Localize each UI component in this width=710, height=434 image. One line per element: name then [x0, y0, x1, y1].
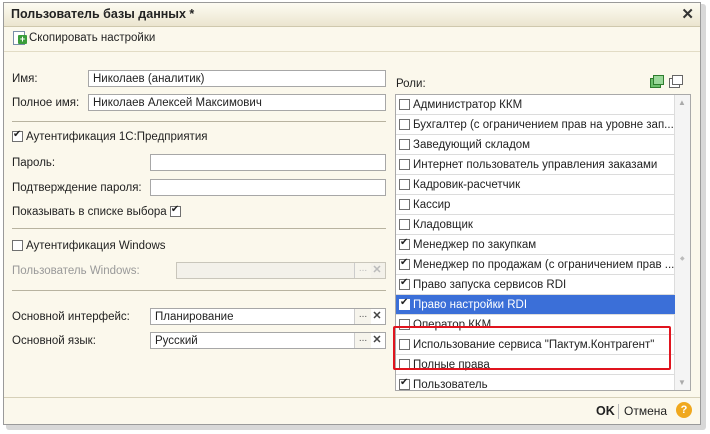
- auth-windows-checkbox[interactable]: Аутентификация Windows: [12, 240, 166, 252]
- role-checkbox[interactable]: [399, 139, 410, 150]
- footer: OK Отмена ?: [4, 397, 700, 425]
- name-label: Имя:: [12, 73, 38, 85]
- auth-1c-label: Аутентификация 1С:Предприятия: [26, 131, 208, 143]
- role-label: Право настройки RDI: [413, 299, 528, 311]
- language-clear-icon[interactable]: ✕: [370, 333, 384, 348]
- role-checkbox[interactable]: [399, 199, 410, 210]
- roles-label: Роли:: [396, 78, 426, 90]
- close-icon[interactable]: ✕: [681, 5, 694, 23]
- role-item[interactable]: Пользователь: [396, 375, 675, 391]
- interface-input[interactable]: Планирование: [150, 308, 386, 325]
- auth-1c-checkbox[interactable]: Аутентификация 1С:Предприятия: [12, 129, 208, 143]
- scroll-grip-icon[interactable]: ◆: [680, 255, 685, 262]
- role-label: Интернет пользователь управления заказам…: [413, 159, 658, 171]
- role-label: Кладовщик: [413, 219, 473, 231]
- show-in-list-label: Показывать в списке выбора: [12, 206, 167, 218]
- role-item[interactable]: Оператор ККМ: [396, 315, 675, 335]
- role-label: Менеджер по продажам (с ограничением пра…: [413, 259, 675, 271]
- role-label: Использование сервиса "Пактум.Контрагент…: [413, 339, 655, 351]
- title-bar: Пользователь базы данных * ✕: [4, 3, 700, 27]
- role-item[interactable]: Интернет пользователь управления заказам…: [396, 155, 675, 175]
- cancel-button[interactable]: Отмена: [624, 404, 667, 418]
- help-icon[interactable]: ?: [676, 402, 692, 418]
- windows-user-label: Пользователь Windows:: [12, 265, 140, 277]
- scroll-up-icon[interactable]: ▲: [678, 98, 686, 107]
- role-label: Бухгалтер (с ограничением прав на уровне…: [413, 119, 674, 131]
- role-label: Администратор ККМ: [413, 99, 523, 111]
- name-input[interactable]: Николаев (аналитик): [88, 70, 386, 87]
- role-label: Оператор ККМ: [413, 319, 492, 331]
- roles-list[interactable]: ▲ ◆ ▼ Администратор ККМ Бухгалтер (с огра…: [395, 94, 691, 391]
- window-title: Пользователь базы данных *: [11, 7, 195, 21]
- copy-settings-button[interactable]: + Скопировать настройки: [12, 31, 156, 45]
- show-in-list-checkbox[interactable]: [169, 204, 181, 217]
- role-checkbox[interactable]: [399, 119, 410, 130]
- role-item[interactable]: Заведующий складом: [396, 135, 675, 155]
- fullname-input[interactable]: Николаев Алексей Максимович: [88, 94, 386, 111]
- copy-settings-icon: +: [12, 31, 27, 45]
- role-checkbox[interactable]: [399, 237, 410, 250]
- role-checkbox[interactable]: [399, 257, 410, 270]
- copy-settings-label: Скопировать настройки: [29, 31, 156, 44]
- role-label: Полные права: [413, 359, 490, 371]
- check-all-icon[interactable]: [650, 75, 664, 88]
- footer-divider: [618, 404, 619, 419]
- interface-label: Основной интерфейс:: [12, 311, 130, 323]
- role-checkbox[interactable]: [399, 159, 410, 170]
- language-select-button[interactable]: ...: [354, 333, 371, 348]
- role-label: Пользователь: [413, 379, 488, 391]
- uncheck-all-icon[interactable]: [669, 75, 683, 88]
- role-checkbox[interactable]: [399, 277, 410, 290]
- auth-1c-checkbox-box[interactable]: [12, 129, 23, 142]
- roles-toolbar: [650, 75, 683, 88]
- role-item[interactable]: Кассир: [396, 195, 675, 215]
- role-checkbox[interactable]: [399, 339, 410, 350]
- roles-scrollbar[interactable]: ▲ ◆ ▼: [674, 95, 690, 390]
- auth-windows-checkbox-box[interactable]: [12, 240, 23, 251]
- role-item[interactable]: Кладовщик: [396, 215, 675, 235]
- role-item[interactable]: Администратор ККМ: [396, 95, 675, 115]
- windows-user-select-button: ...: [354, 263, 371, 278]
- role-checkbox[interactable]: [399, 219, 410, 230]
- password-input[interactable]: [150, 154, 386, 171]
- role-item[interactable]: Право запуска сервисов RDI: [396, 275, 675, 295]
- password-confirm-input[interactable]: [150, 179, 386, 196]
- dialog-window: Пользователь базы данных * ✕ + Скопирова…: [3, 2, 701, 425]
- role-item[interactable]: Менеджер по продажам (с ограничением пра…: [396, 255, 675, 275]
- role-checkbox[interactable]: [399, 319, 410, 330]
- role-label: Кадровик-расчетчик: [413, 179, 521, 191]
- language-label: Основной язык:: [12, 335, 96, 347]
- password-confirm-label: Подтверждение пароля:: [12, 182, 142, 194]
- role-label: Кассир: [413, 199, 451, 211]
- fullname-label: Полное имя:: [12, 97, 80, 109]
- scroll-down-icon[interactable]: ▼: [678, 378, 686, 387]
- role-item[interactable]: Менеджер по закупкам: [396, 235, 675, 255]
- toolbar: + Скопировать настройки: [4, 27, 700, 52]
- role-item[interactable]: Право настройки RDI: [396, 295, 675, 315]
- role-item[interactable]: Бухгалтер (с ограничением прав на уровне…: [396, 115, 675, 135]
- interface-clear-icon[interactable]: ✕: [370, 309, 384, 324]
- role-item[interactable]: Кадровик-расчетчик: [396, 175, 675, 195]
- role-checkbox[interactable]: [399, 99, 410, 110]
- role-checkbox[interactable]: [399, 179, 410, 190]
- divider: [12, 121, 386, 122]
- show-in-list-row: Показывать в списке выбора: [12, 204, 184, 218]
- auth-windows-label: Аутентификация Windows: [26, 240, 166, 252]
- role-label: Менеджер по закупкам: [413, 239, 537, 251]
- role-checkbox[interactable]: [399, 359, 410, 370]
- form-content: Имя: Николаев (аналитик) Полное имя: Ник…: [4, 52, 700, 396]
- password-label: Пароль:: [12, 157, 56, 169]
- ok-button[interactable]: OK: [596, 404, 615, 418]
- role-checkbox[interactable]: [399, 377, 410, 390]
- role-label: Заведующий складом: [413, 139, 531, 151]
- divider: [12, 228, 386, 229]
- role-label: Право запуска сервисов RDI: [413, 279, 567, 291]
- role-item[interactable]: Использование сервиса "Пактум.Контрагент…: [396, 335, 675, 355]
- divider: [12, 290, 386, 291]
- role-checkbox[interactable]: [399, 297, 410, 310]
- language-input[interactable]: Русский: [150, 332, 386, 349]
- windows-user-clear-icon: ✕: [372, 264, 382, 276]
- role-item[interactable]: Полные права: [396, 355, 675, 375]
- interface-select-button[interactable]: ...: [354, 309, 371, 324]
